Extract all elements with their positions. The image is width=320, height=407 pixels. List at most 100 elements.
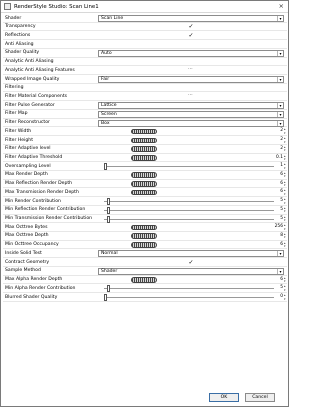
title-bar: RenderStyle Studio: Scan Line1 × [1,1,288,13]
thumbwheel-control[interactable] [131,181,157,187]
property-value[interactable]: 0.1 [273,155,283,162]
thumbwheel-control[interactable] [131,277,157,283]
ok-button[interactable]: OK [209,393,239,402]
thumbwheel-control[interactable] [131,172,157,178]
property-value[interactable]: 5 [273,207,283,214]
property-slider[interactable] [104,206,274,214]
property-slider[interactable] [104,285,274,293]
property-label: Filter Adaptive level [5,146,51,152]
property-row: Max Octtree Depth 8 ▴ ▾ [3,232,287,241]
property-value[interactable]: 256 [273,224,283,231]
spin-arrows-icon[interactable]: ▴ ▾ [284,206,287,214]
chevron-down-icon[interactable]: ▾ [277,103,283,109]
dropdown-value: Auto [101,50,112,56]
ellipsis-button[interactable]: ... [188,92,198,97]
property-dropdown[interactable]: Screen ▾ [98,110,284,118]
spin-arrows-icon[interactable]: ▴ ▾ [284,180,287,188]
property-dropdown[interactable]: Scan Line ▾ [98,15,284,22]
property-dropdown[interactable]: Fair ▾ [98,76,284,84]
property-value[interactable]: 6 [273,242,283,249]
thumbwheel-control[interactable] [131,189,157,196]
chevron-down-icon[interactable]: ▾ [277,268,283,274]
chevron-down-icon[interactable]: ▾ [277,16,283,21]
spin-arrows-icon[interactable]: ▴ ▾ [284,162,287,170]
cancel-button[interactable]: Cancel [245,393,275,402]
thumbwheel-control[interactable] [131,146,157,152]
checkmark-icon[interactable]: ✓ [188,259,194,266]
property-value[interactable]: 2 [273,128,283,135]
spin-arrows-icon[interactable]: ▴ ▾ [284,285,287,292]
property-slider[interactable] [104,163,274,171]
chevron-down-icon[interactable]: ▾ [277,251,283,257]
thumbwheel-control[interactable] [131,233,157,239]
spin-arrows-icon[interactable]: ▴ ▾ [284,276,287,284]
property-dropdown[interactable]: Normal ▾ [98,250,284,258]
property-label: Shader Quality [5,50,40,56]
spin-arrows-icon[interactable]: ▴ ▾ [284,128,287,135]
property-value[interactable]: 6 [273,181,283,188]
property-dropdown[interactable]: Lattice ▾ [98,102,284,110]
thumbwheel-control[interactable] [131,137,157,144]
property-slider[interactable] [104,215,274,223]
app-icon [4,3,11,10]
ellipsis-button[interactable]: ... [188,66,198,71]
spin-arrows-icon[interactable]: ▴ ▾ [284,171,287,179]
property-label: Min Reflection Render Contribution [5,207,86,213]
property-label: Filter Reconstructor [5,120,50,126]
spin-arrows-icon[interactable]: ▴ ▾ [284,197,287,205]
property-slider[interactable] [104,294,274,301]
thumbwheel-control[interactable] [131,128,157,135]
spin-arrows-icon[interactable]: ▴ ▾ [284,293,287,301]
property-value[interactable]: 6 [273,277,283,284]
property-value[interactable]: 1 [273,163,283,170]
property-dropdown[interactable]: Shader ▾ [98,267,284,275]
thumbwheel-control[interactable] [131,242,157,248]
property-value[interactable]: 2 [273,137,283,144]
property-dropdown[interactable]: Box ▾ [98,119,284,127]
property-row: Filtering [3,84,287,93]
checkmark-icon[interactable]: ✓ [188,24,194,30]
property-row: Max Render Depth 6 ▴ ▾ [3,171,287,180]
checkbox[interactable] [188,42,194,48]
property-value[interactable]: 2 [273,146,283,153]
property-value[interactable]: 0 [273,294,283,301]
slider-thumb[interactable] [104,294,107,301]
property-value[interactable]: 5 [273,216,283,223]
property-slider[interactable] [104,198,274,206]
spin-arrows-icon[interactable]: ▴ ▾ [284,241,287,249]
spin-arrows-icon[interactable]: ▴ ▾ [284,232,287,240]
property-row: Oversampling Level 1 ▴ ▾ [3,162,287,171]
checkbox[interactable] [188,85,194,91]
slider-thumb[interactable] [107,206,111,214]
property-value[interactable]: 5 [273,285,283,292]
property-value[interactable]: 5 [273,198,283,205]
spin-arrows-icon[interactable]: ▴ ▾ [284,145,287,153]
property-value[interactable]: 8 [273,233,283,240]
slider-thumb[interactable] [107,215,111,223]
spin-arrows-icon[interactable]: ▴ ▾ [284,136,287,144]
property-row: Min Reflection Render Contribution 5 ▴ ▾ [3,206,287,215]
chevron-down-icon[interactable]: ▾ [277,50,283,56]
checkbox[interactable] [188,59,194,65]
chevron-down-icon[interactable]: ▾ [277,111,283,117]
spin-arrows-icon[interactable]: ▴ ▾ [284,224,287,231]
property-value[interactable]: 6 [273,172,283,179]
thumbwheel-control[interactable] [131,155,157,161]
slider-thumb[interactable] [107,198,111,206]
dropdown-value: Lattice [101,103,117,109]
thumbwheel-control[interactable] [131,224,157,231]
dropdown-value: Shader [101,268,118,274]
checkmark-icon[interactable]: ✓ [188,32,194,39]
property-dropdown[interactable]: Auto ▾ [98,49,284,57]
slider-thumb[interactable] [107,285,111,293]
chevron-down-icon[interactable]: ▾ [277,120,283,126]
spin-arrows-icon[interactable]: ▴ ▾ [284,189,287,196]
property-label: Sample Method [5,268,41,274]
chevron-down-icon[interactable]: ▾ [277,77,283,83]
property-value[interactable]: 6 [273,189,283,196]
slider-track [104,288,274,290]
close-icon[interactable]: × [279,3,284,10]
spin-arrows-icon[interactable]: ▴ ▾ [284,215,287,223]
spin-arrows-icon[interactable]: ▴ ▾ [284,154,287,162]
slider-thumb[interactable] [104,163,107,171]
